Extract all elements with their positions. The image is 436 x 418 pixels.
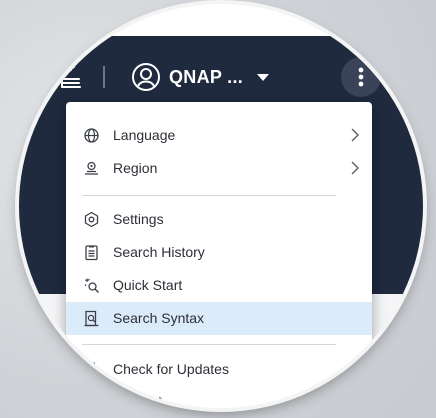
menu-item-quick-start[interactable]: Quick Start: [66, 269, 372, 302]
globe-icon: [84, 128, 99, 143]
menu-item-settings[interactable]: Settings: [66, 203, 372, 236]
menu-divider: [82, 195, 336, 196]
menu-item-search-history[interactable]: Search History: [66, 236, 372, 269]
more-options-button[interactable]: [341, 57, 381, 97]
menu-item-report[interactable]: Report: [66, 385, 372, 408]
page: QNAP ... Language Region Settings Search…: [0, 0, 436, 418]
report-icon: [85, 394, 96, 408]
toolbar-separator: [103, 66, 105, 88]
menu-item-label: Search History: [113, 244, 205, 260]
menu-item-language[interactable]: Language: [66, 119, 372, 152]
menu-item-search-syntax[interactable]: Search Syntax: [66, 302, 372, 335]
menu-item-label: Check for Updates: [113, 361, 229, 377]
header-toolbar: QNAP ...: [59, 57, 270, 97]
user-circle-icon[interactable]: [131, 62, 161, 92]
menu-item-check-updates[interactable]: Check for Updates: [66, 353, 372, 386]
menu-item-label: Quick Start: [113, 277, 183, 293]
sparkle-search-icon: [84, 278, 99, 293]
more-options-menu: Language Region Settings Search History …: [66, 102, 372, 408]
menu-item-label: Search Syntax: [113, 310, 205, 326]
stack-app-icon[interactable]: [59, 62, 83, 92]
map-pin-icon: [85, 161, 98, 175]
menu-item-label: Language: [113, 127, 176, 143]
caret-down-icon[interactable]: [257, 73, 270, 81]
vertical-dots-icon: [358, 67, 364, 87]
chevron-right-icon: [351, 128, 359, 142]
username-label[interactable]: QNAP ...: [169, 67, 243, 88]
zoom-magnifier: QNAP ... Language Region Settings Search…: [19, 4, 423, 408]
clipboard-list-icon: [85, 245, 98, 261]
menu-item-label: Report: [120, 393, 163, 408]
gear-icon: [84, 211, 99, 228]
refresh-icon: [85, 362, 98, 376]
menu-divider: [82, 344, 336, 345]
menu-item-region[interactable]: Region: [66, 152, 372, 185]
document-search-icon: [84, 310, 99, 327]
chevron-right-icon: [351, 161, 359, 175]
menu-item-label: Region: [113, 160, 158, 176]
menu-item-label: Settings: [113, 211, 164, 227]
